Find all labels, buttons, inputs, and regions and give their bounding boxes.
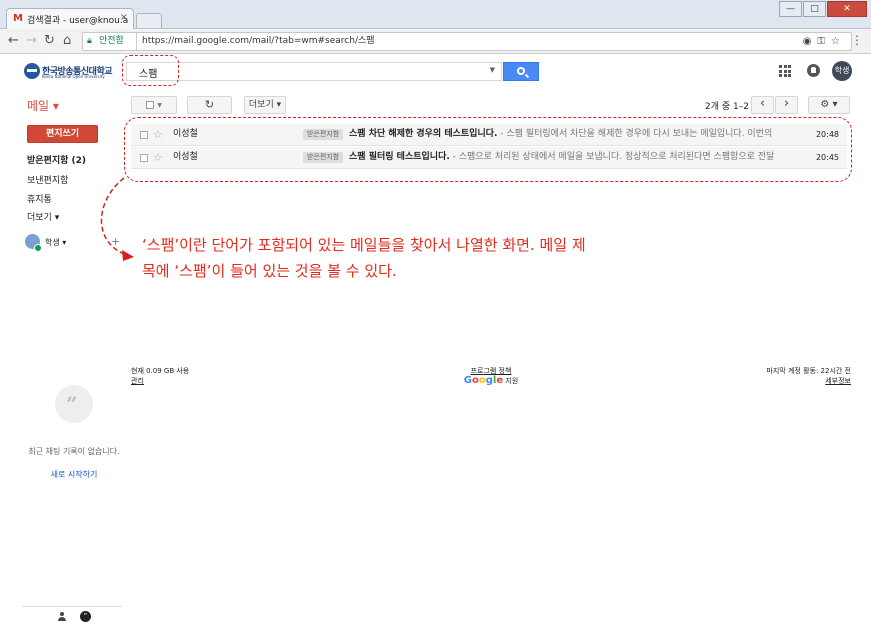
annotation-text: ‘스팸’이란 단어가 포함되어 있는 메일들을 찾아서 나열한 화면. 메일 제… (142, 236, 586, 280)
footer-policy: 프로그램 정책 Google 지원 (455, 366, 527, 386)
annotation-arrow (100, 177, 134, 261)
storage-usage: 현재 0.09 GB 사용 관리 (131, 366, 189, 386)
powered-text: 지원 (505, 377, 519, 385)
google-logo: Google (463, 375, 504, 386)
gmail-window: { "browser": { "tab_title": "검색결과 - user… (0, 0, 871, 632)
details-link[interactable]: 세부정보 (766, 376, 851, 386)
powered-by: Google 지원 (455, 376, 527, 386)
storage-usage-text: 현재 0.09 GB 사용 (131, 367, 190, 375)
account-activity: 마지막 계정 활동: 22시간 전 세부정보 (766, 366, 851, 386)
manage-link[interactable]: 관리 (131, 376, 189, 386)
program-policy-link[interactable]: 프로그램 정책 (471, 367, 512, 375)
last-activity-text: 마지막 계정 활동: 22시간 전 (766, 367, 851, 375)
